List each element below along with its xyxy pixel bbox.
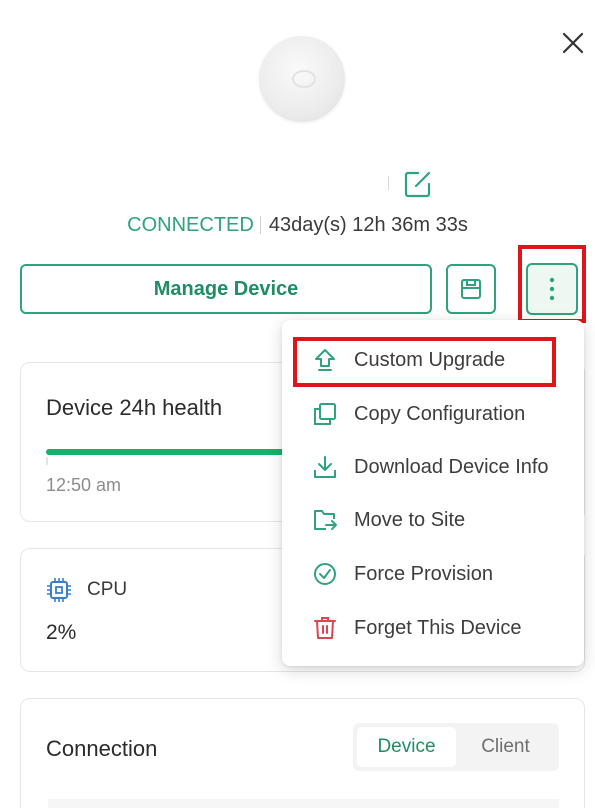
menu-item-force-provision[interactable]: Force Provision xyxy=(282,552,584,596)
cpu-value: 2% xyxy=(46,621,77,644)
name-divider xyxy=(388,176,389,190)
save-icon xyxy=(461,279,481,299)
status-divider xyxy=(259,216,261,234)
connection-toggle: Device Client xyxy=(353,723,559,771)
menu-item-forget-device[interactable]: Forget This Device xyxy=(282,606,584,650)
uptime-text: 43day(s) 12h 36m 33s xyxy=(268,213,468,236)
trash-icon xyxy=(314,617,336,639)
upload-icon xyxy=(315,349,335,371)
move-folder-icon xyxy=(314,510,337,530)
tab-device[interactable]: Device xyxy=(357,727,456,767)
menu-item-label: Custom Upgrade xyxy=(354,348,506,371)
save-button[interactable] xyxy=(446,264,496,314)
download-icon xyxy=(314,456,336,478)
cpu-label: CPU xyxy=(87,579,128,600)
menu-item-label: Copy Configuration xyxy=(354,402,526,425)
check-circle-icon xyxy=(314,563,336,585)
more-options-menu: Custom Upgrade Copy Configuration Downlo… xyxy=(282,320,584,666)
menu-item-copy-configuration[interactable]: Copy Configuration xyxy=(282,392,584,436)
menu-item-download-device-info[interactable]: Download Device Info xyxy=(282,445,584,489)
health-title: Device 24h health xyxy=(46,395,223,420)
health-time-label: 12:50 am xyxy=(46,475,122,495)
device-image xyxy=(259,36,345,122)
close-icon xyxy=(562,32,584,54)
connection-title: Connection xyxy=(46,736,158,761)
status-row: CONNECTED 43day(s) 12h 36m 33s xyxy=(0,212,595,238)
menu-item-label: Download Device Info xyxy=(354,455,549,478)
more-options-button[interactable] xyxy=(526,263,578,315)
menu-item-custom-upgrade[interactable]: Custom Upgrade xyxy=(282,338,584,382)
close-button[interactable] xyxy=(558,28,588,58)
more-vertical-icon xyxy=(549,277,555,301)
connection-card: Connection Device Client xyxy=(20,698,585,808)
tab-client[interactable]: Client xyxy=(456,727,555,767)
connection-status: CONNECTED xyxy=(127,213,254,236)
cpu-icon xyxy=(47,578,71,602)
copy-icon xyxy=(314,403,336,425)
health-tick xyxy=(46,457,48,465)
health-bar[interactable] xyxy=(46,449,296,455)
edit-name-button[interactable] xyxy=(402,168,434,200)
menu-item-label: Move to Site xyxy=(354,508,466,531)
menu-item-move-to-site[interactable]: Move to Site xyxy=(282,498,584,542)
menu-item-label: Forget This Device xyxy=(354,616,522,639)
connection-content xyxy=(48,799,559,808)
edit-icon xyxy=(404,171,431,198)
manage-device-button[interactable]: Manage Device xyxy=(20,264,432,314)
menu-item-label: Force Provision xyxy=(354,562,493,585)
